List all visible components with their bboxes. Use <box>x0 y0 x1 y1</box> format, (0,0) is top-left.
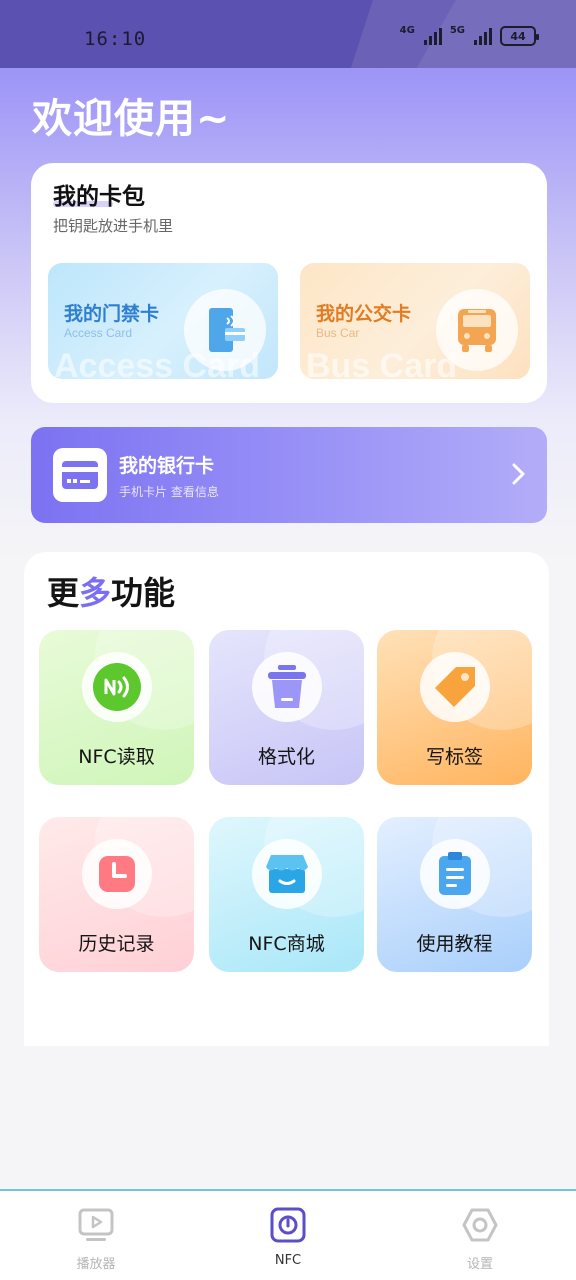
network-label: 5G <box>449 25 465 36</box>
tab-label: 播放器 <box>76 1257 116 1272</box>
bus-card-subtitle: Bus Car <box>316 326 360 340</box>
nfc-store-button[interactable]: NFC商城 <box>209 817 364 972</box>
nfc-icon <box>82 652 152 722</box>
tile-label: 写标签 <box>425 746 483 768</box>
battery-icon: 44 <box>500 26 539 46</box>
clipboard-icon <box>420 839 490 909</box>
wallet-title: 我的卡包 <box>53 184 145 210</box>
more-features-title: 更多功能 <box>47 568 175 614</box>
settings-icon <box>462 1207 498 1243</box>
signal-icon <box>423 27 442 45</box>
access-card-title: 我的门禁卡 <box>64 303 160 325</box>
chevron-right-icon <box>511 461 527 491</box>
bus-card-button[interactable]: Bus Card 我的公交卡 Bus Car <box>300 263 530 379</box>
title-part: 更 <box>47 574 80 612</box>
bank-card-title: 我的银行卡 <box>119 455 215 477</box>
tab-player[interactable]: 播放器 <box>0 1191 192 1280</box>
bank-card-button[interactable]: 我的银行卡 手机卡片 查看信息 <box>31 427 547 523</box>
clock-icon <box>82 839 152 909</box>
tutorial-button[interactable]: 使用教程 <box>377 817 532 972</box>
history-button[interactable]: 历史记录 <box>39 817 194 972</box>
bank-card-icon <box>53 448 107 502</box>
tile-label: 使用教程 <box>416 933 493 955</box>
tab-label: NFC <box>274 1253 302 1268</box>
bus-card-title: 我的公交卡 <box>316 303 412 325</box>
status-bar: 16:10 4G 5G 44 <box>0 0 576 68</box>
access-card-button[interactable]: Access Card 我的门禁卡 Access Card <box>48 263 278 379</box>
signal-icon <box>474 27 492 45</box>
tile-label: 历史记录 <box>78 933 155 955</box>
bottom-tab-bar: 播放器 NFC 设置 <box>0 1189 576 1280</box>
more-features-panel: 更多功能 NFC读取 格式化 写标签 历史记录 NFC商城 使用教程 <box>24 552 549 1046</box>
wallet-subtitle: 把钥匙放进手机里 <box>53 217 174 235</box>
bus-icon <box>436 289 518 371</box>
access-card-icon <box>184 289 266 371</box>
tile-label: NFC读取 <box>78 746 155 768</box>
tag-icon <box>420 652 490 722</box>
card-watermark: Bus Card <box>306 347 458 379</box>
tile-label: NFC商城 <box>248 933 325 955</box>
bank-card-subtitle: 手机卡片 查看信息 <box>119 485 219 499</box>
trash-icon <box>252 652 322 722</box>
access-card-subtitle: Access Card <box>64 326 133 340</box>
tab-nfc[interactable]: NFC <box>192 1191 384 1280</box>
network-label: 4G <box>399 25 415 36</box>
wallet-card: 我的卡包 把钥匙放进手机里 Access Card 我的门禁卡 Access C… <box>31 163 547 403</box>
title-accent: 多 <box>79 574 112 612</box>
format-button[interactable]: 格式化 <box>209 630 364 785</box>
welcome-title: 欢迎使用~ <box>32 96 231 142</box>
status-time: 16:10 <box>84 28 147 50</box>
player-icon <box>78 1207 114 1243</box>
nfc-tab-icon <box>270 1207 306 1243</box>
title-part: 功能 <box>111 574 176 612</box>
tab-settings[interactable]: 设置 <box>384 1191 576 1280</box>
write-tag-button[interactable]: 写标签 <box>377 630 532 785</box>
tab-label: 设置 <box>466 1257 493 1272</box>
status-icons: 4G 5G 44 <box>399 25 539 46</box>
store-icon <box>252 839 322 909</box>
tile-label: 格式化 <box>257 746 315 768</box>
nfc-read-button[interactable]: NFC读取 <box>39 630 194 785</box>
